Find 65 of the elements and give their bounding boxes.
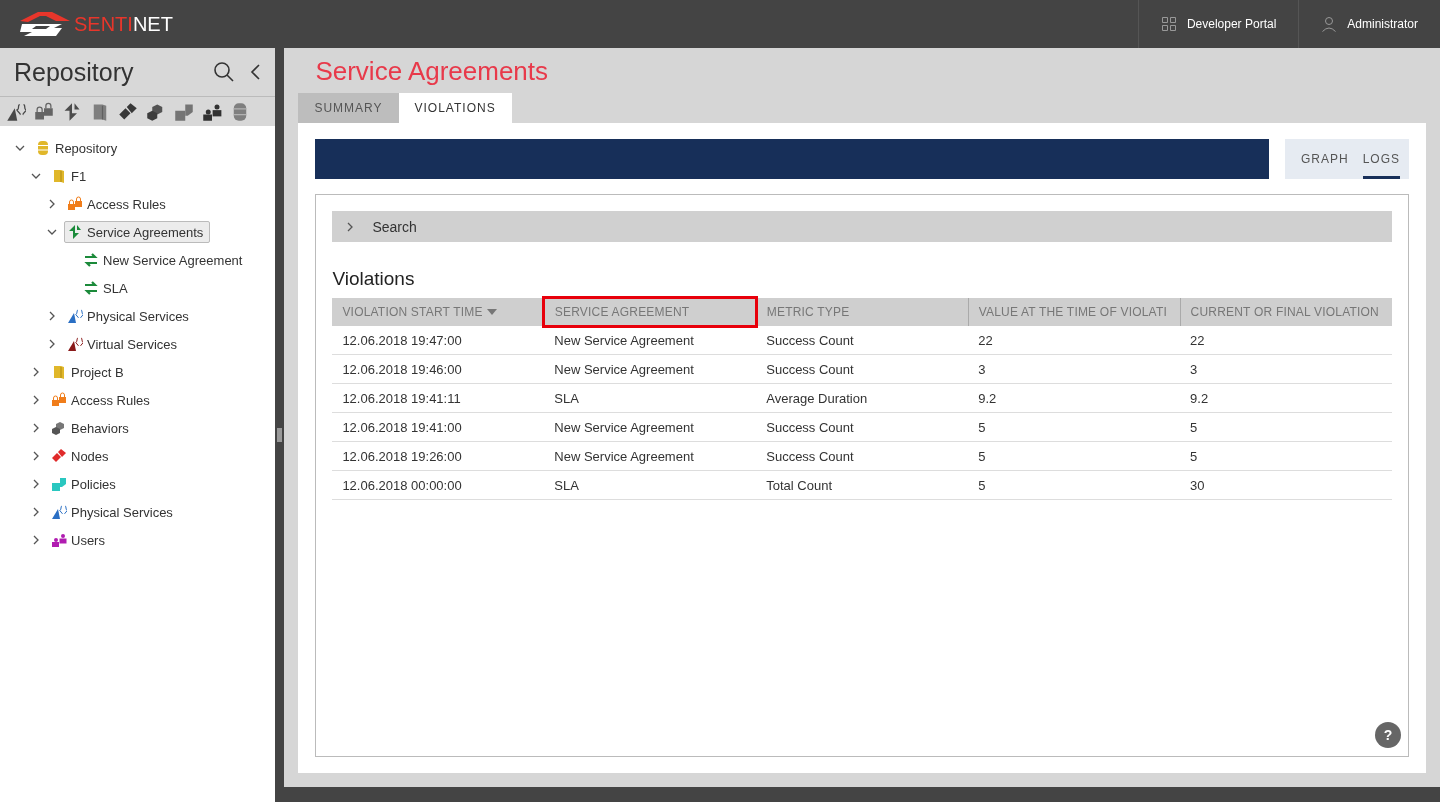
database-icon (35, 140, 51, 156)
tree-item[interactable]: Policies (48, 473, 123, 495)
user-icon (1321, 16, 1338, 32)
tree-item[interactable]: F1 (48, 165, 94, 187)
table-cell: 12.06.2018 19:41:00 (332, 412, 545, 442)
page-title: Service Agreements (315, 56, 550, 87)
table-cell: New Service Agreement (544, 412, 757, 442)
table-cell: 3 (968, 354, 1181, 384)
table-cell: SLA (544, 383, 757, 413)
tree-item[interactable]: Nodes (48, 445, 116, 467)
table-cell: 5 (968, 470, 1181, 500)
search-button[interactable] (213, 61, 236, 83)
table-cell: 5 (1180, 441, 1392, 471)
table-cell: SLA (544, 470, 757, 500)
grid-icon (1160, 16, 1177, 32)
table-cell: 12.06.2018 19:26:00 (332, 441, 545, 471)
tree-item[interactable]: Service Agreements (64, 221, 211, 243)
table-cell: 30 (1180, 470, 1392, 500)
tree-item[interactable]: Project B (48, 361, 131, 383)
table-cell: New Service Agreement (544, 326, 757, 355)
table-cell: 12.06.2018 19:47:00 (332, 326, 545, 355)
tree-item[interactable]: Physical Services (64, 305, 196, 327)
table-cell: 5 (968, 412, 1181, 442)
tree-item[interactable]: Physical Services (48, 501, 180, 523)
table-cell: 12.06.2018 00:00:00 (332, 470, 545, 500)
tree-item[interactable]: SLA (80, 277, 135, 299)
tree-item[interactable]: Repository (32, 137, 125, 159)
table-cell: 22 (1180, 326, 1392, 355)
table-cell: New Service Agreement (544, 354, 757, 384)
sidebar-title: Repository (14, 57, 135, 87)
resize-handle[interactable] (277, 428, 283, 442)
table-cell: Success Count (756, 354, 969, 384)
tree-item[interactable]: Virtual Services (64, 333, 185, 355)
sort-icon (486, 309, 497, 315)
tree-item[interactable]: Access Rules (64, 193, 173, 215)
table-cell: 3 (1180, 354, 1392, 384)
tab[interactable]: SUMMARY (298, 93, 399, 123)
table-cell: Total Count (756, 470, 969, 500)
tree-item[interactable]: Behaviors (48, 417, 136, 439)
table-cell: New Service Agreement (544, 441, 757, 471)
brand-name: SENTINET (74, 12, 173, 36)
tree-item[interactable]: Access Rules (48, 389, 157, 411)
table-cell: 5 (1180, 412, 1392, 442)
access-rules-icon (51, 392, 67, 408)
tree-item[interactable]: New Service Agreement (80, 249, 250, 271)
table-cell: 12.06.2018 19:46:00 (332, 354, 545, 384)
view-tab[interactable]: GRAPH (1301, 139, 1349, 179)
table-cell: Success Count (756, 326, 969, 355)
tree-item[interactable]: Users (48, 529, 112, 551)
table-cell: 5 (968, 441, 1181, 471)
table-cell: 12.06.2018 19:41:11 (332, 383, 545, 413)
table-cell: Success Count (756, 441, 969, 471)
access-rules-icon (67, 196, 83, 212)
users-icon (51, 532, 67, 548)
tab[interactable]: VIOLATIONS (398, 93, 512, 123)
table-cell: 9.2 (968, 383, 1181, 413)
section-title: Violations (332, 268, 416, 290)
table-cell: Success Count (756, 412, 969, 442)
table-cell: Average Duration (756, 383, 969, 413)
table-cell: 9.2 (1180, 383, 1392, 413)
view-tab[interactable]: LOGS (1362, 139, 1401, 179)
access-rules-icon[interactable] (34, 101, 54, 122)
table-cell: 22 (968, 326, 1181, 355)
search-toggle[interactable]: Search (332, 211, 1392, 242)
help-button[interactable]: ? (1375, 722, 1401, 748)
